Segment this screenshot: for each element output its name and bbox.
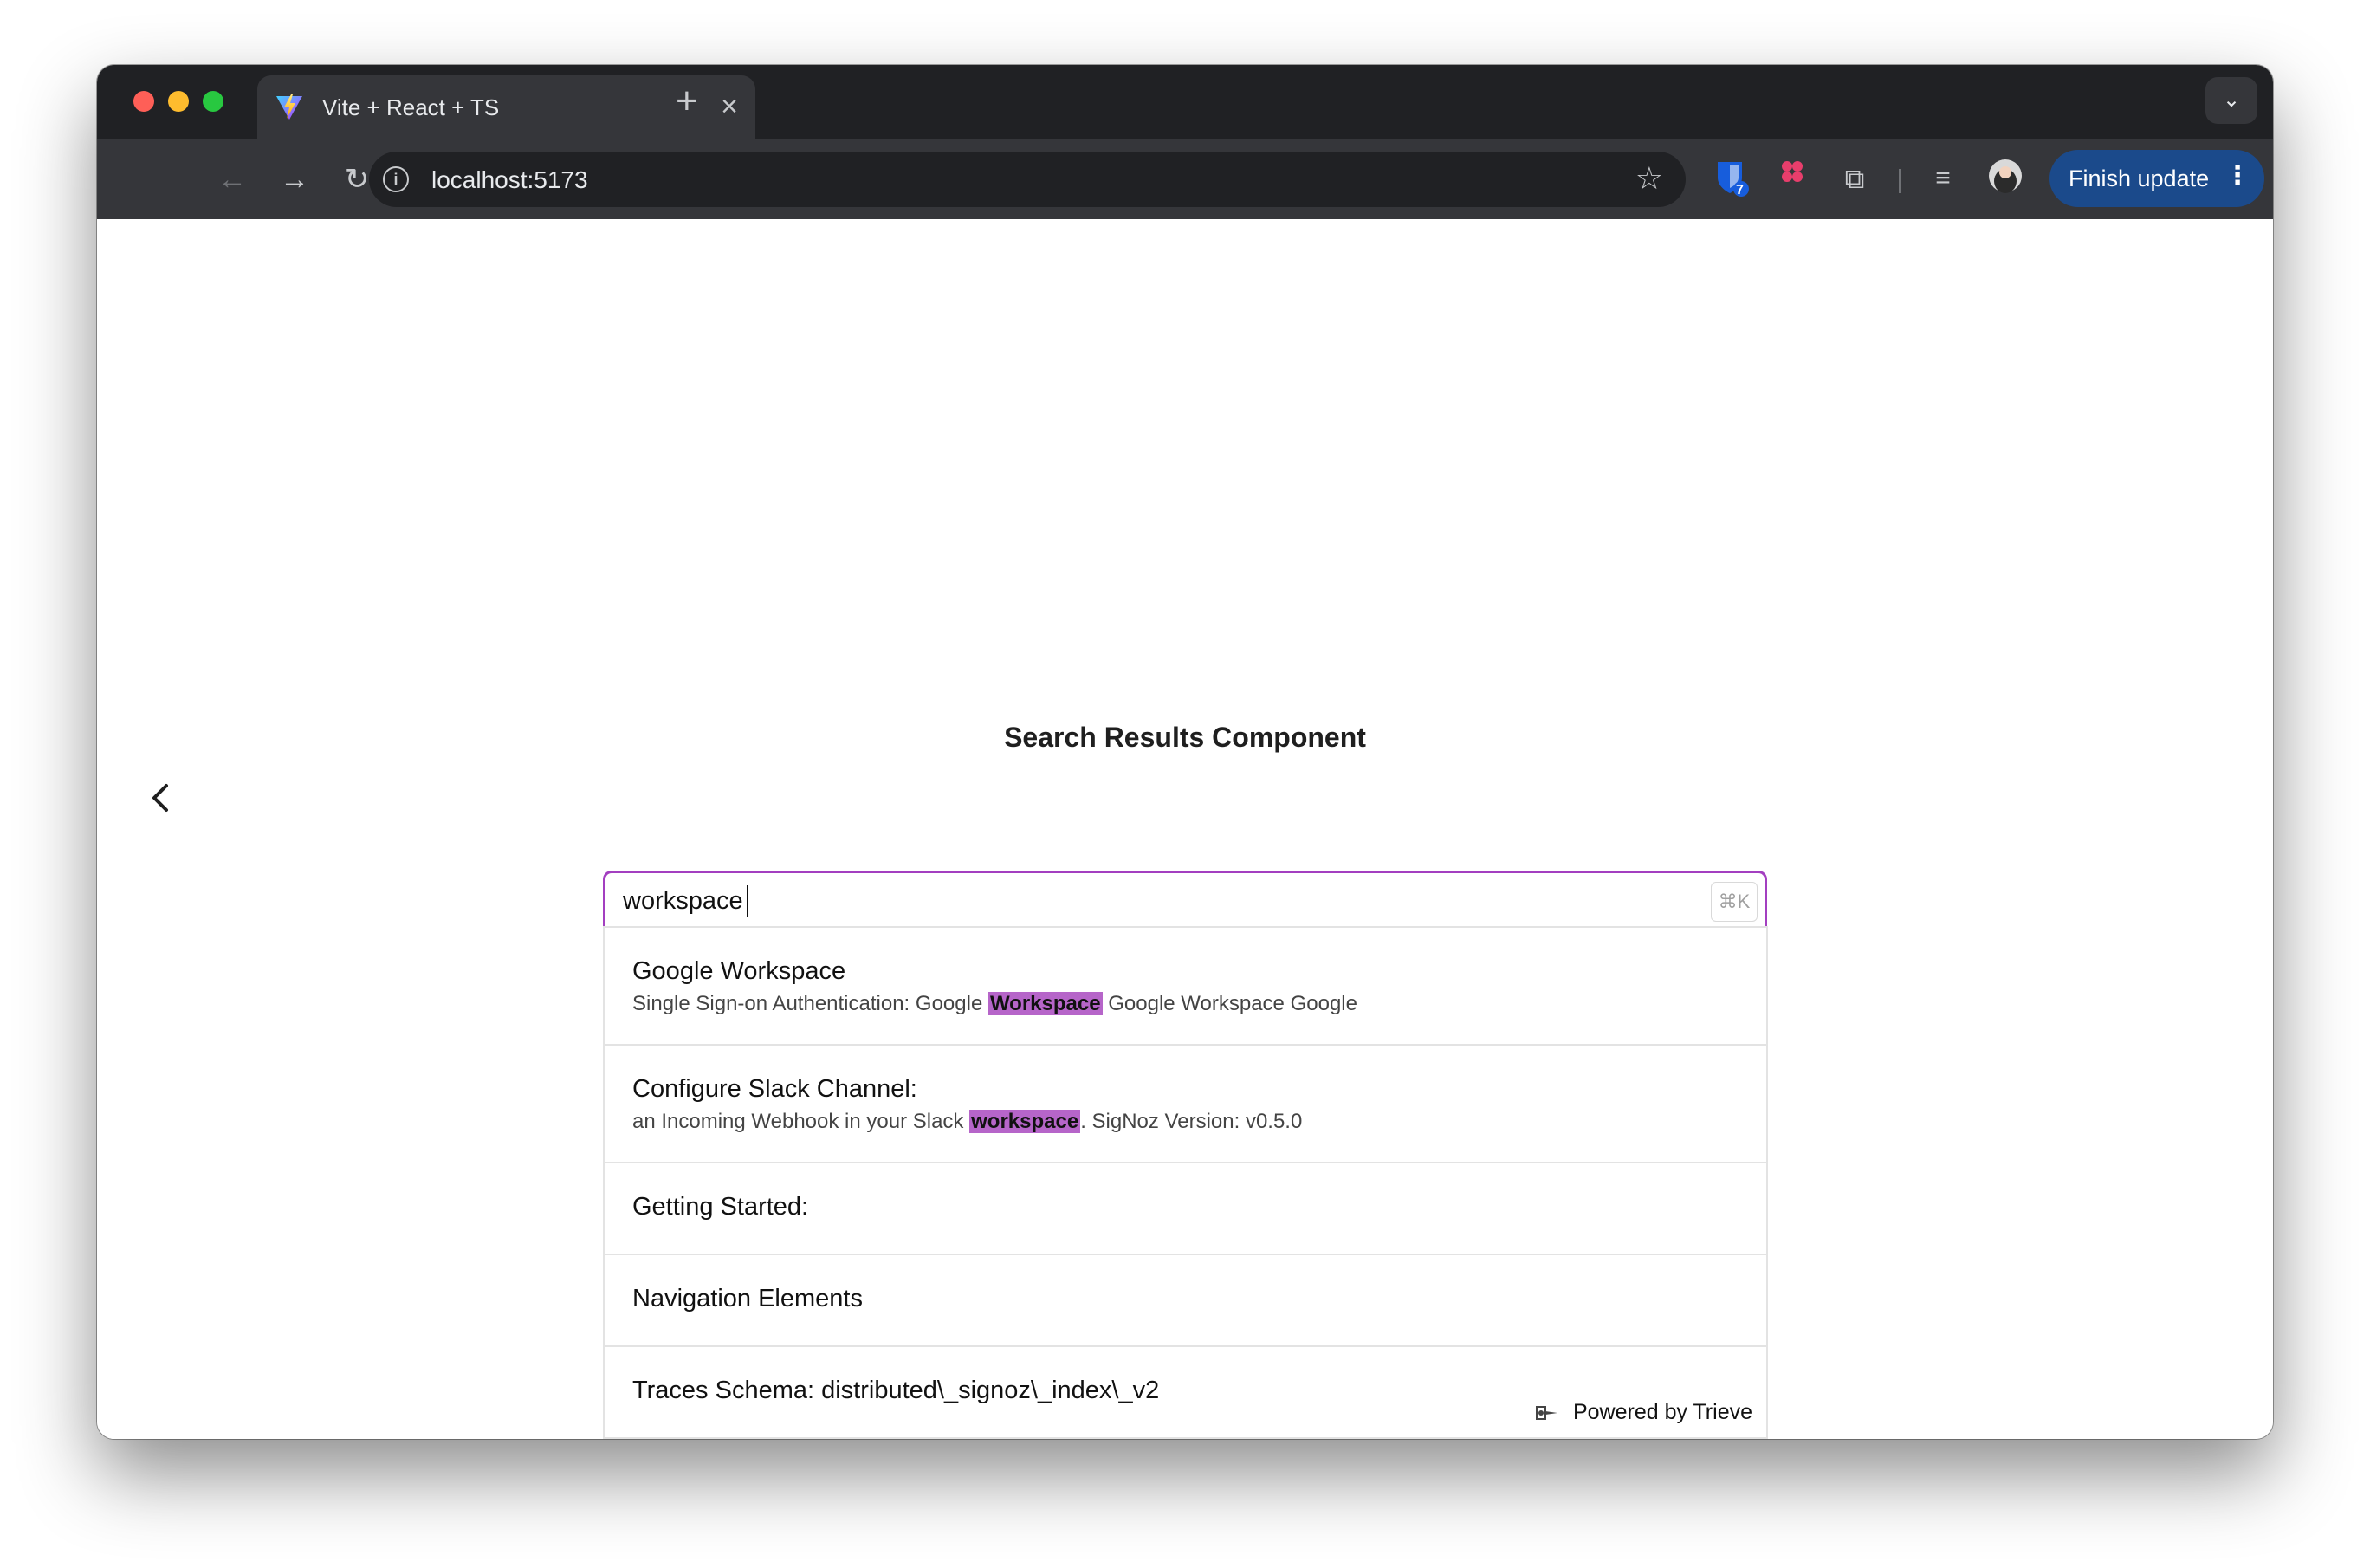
finish-update-button[interactable]: Finish update ⋮ bbox=[2049, 150, 2264, 207]
result-item[interactable]: Navigation Elements bbox=[605, 1255, 1766, 1347]
snippet-text: Google Workspace Google bbox=[1102, 992, 1357, 1015]
tab-title: Vite + React + TS bbox=[322, 94, 500, 120]
snippet-text: Single Sign-on Authentication: Google bbox=[632, 992, 988, 1015]
bookmark-star-icon[interactable]: ☆ bbox=[1635, 160, 1663, 197]
result-title: Navigation Elements bbox=[632, 1285, 863, 1312]
result-item[interactable]: Getting Started: bbox=[605, 1163, 1766, 1255]
media-control-icon[interactable]: ≡ bbox=[1923, 159, 1963, 198]
page-title: Search Results Component bbox=[1004, 722, 1366, 753]
search-box: ⌘K bbox=[603, 871, 1767, 929]
result-title: Getting Started: bbox=[632, 1193, 809, 1221]
minimize-window-button[interactable] bbox=[168, 91, 189, 112]
vite-icon bbox=[276, 94, 302, 120]
extension-badge: 7 bbox=[1736, 183, 1744, 198]
toolbar-divider bbox=[1899, 169, 1901, 193]
back-arrow-icon[interactable]: ← bbox=[210, 157, 255, 202]
shortcut-hint: ⌘K bbox=[1711, 882, 1758, 922]
forward-arrow-icon[interactable]: → bbox=[272, 157, 317, 202]
pink-extension-icon[interactable] bbox=[1772, 159, 1812, 198]
page-viewport: Search Results Component ⌘K Google Works… bbox=[97, 219, 2273, 1439]
finish-update-label: Finish update bbox=[2069, 165, 2210, 191]
browser-toolbar: ← → ↻ ⌂ i localhost:5173 ☆ 7 ⧉ ≡ bbox=[97, 139, 2273, 219]
profile-avatar[interactable] bbox=[1985, 159, 2025, 198]
extensions-puzzle-icon[interactable]: ⧉ bbox=[1835, 159, 1875, 198]
search-results-list: Google Workspace Single Sign-on Authenti… bbox=[603, 926, 1768, 1439]
result-title: Google Workspace bbox=[632, 957, 846, 985]
result-snippet: an Incoming Webhook in your Slack worksp… bbox=[632, 1110, 1302, 1134]
tab-close-icon[interactable]: × bbox=[721, 89, 738, 124]
result-item[interactable]: Google Workspace Single Sign-on Authenti… bbox=[605, 928, 1766, 1046]
new-tab-icon[interactable]: + bbox=[676, 81, 698, 122]
result-item[interactable]: Configure Slack Channel: an Incoming Web… bbox=[605, 1046, 1766, 1163]
powered-by-trieve[interactable]: Powered by Trieve bbox=[1533, 1400, 1752, 1425]
snippet-text: an Incoming Webhook in your Slack bbox=[632, 1110, 970, 1133]
close-window-button[interactable] bbox=[133, 91, 154, 112]
browser-window: Vite + React + TS × + ⌄ ← → ↻ ⌂ i localh… bbox=[97, 65, 2273, 1439]
snippet-highlight: Workspace bbox=[988, 992, 1103, 1015]
search-input[interactable] bbox=[623, 884, 1645, 918]
result-title: Traces Schema: distributed\_signoz\_inde… bbox=[632, 1377, 1160, 1404]
result-title: Configure Slack Channel: bbox=[632, 1075, 917, 1103]
text-caret bbox=[747, 885, 748, 917]
tab-search-chevron-icon[interactable]: ⌄ bbox=[2205, 77, 2257, 124]
snippet-highlight: workspace bbox=[969, 1110, 1081, 1133]
address-bar[interactable]: i localhost:5173 ☆ bbox=[369, 152, 1686, 207]
result-snippet: Single Sign-on Authentication: Google Wo… bbox=[632, 992, 1357, 1016]
result-item[interactable]: Traces Schema: distributed\_signoz\_inde… bbox=[605, 1347, 1766, 1439]
powered-by-label: Powered by Trieve bbox=[1572, 1400, 1752, 1424]
site-info-icon[interactable]: i bbox=[383, 166, 409, 192]
tab-strip: Vite + React + TS × + ⌄ bbox=[97, 65, 2273, 139]
more-vertical-icon[interactable]: ⋮ bbox=[2224, 160, 2250, 191]
chevron-left-icon[interactable] bbox=[146, 781, 177, 815]
url-text: localhost:5173 bbox=[431, 166, 588, 193]
bitwarden-extension-icon[interactable]: 7 bbox=[1712, 159, 1752, 198]
maximize-window-button[interactable] bbox=[203, 91, 223, 112]
snippet-text: . SigNoz Version: v0.5.0 bbox=[1080, 1110, 1303, 1133]
trieve-logo-icon bbox=[1535, 1406, 1557, 1421]
